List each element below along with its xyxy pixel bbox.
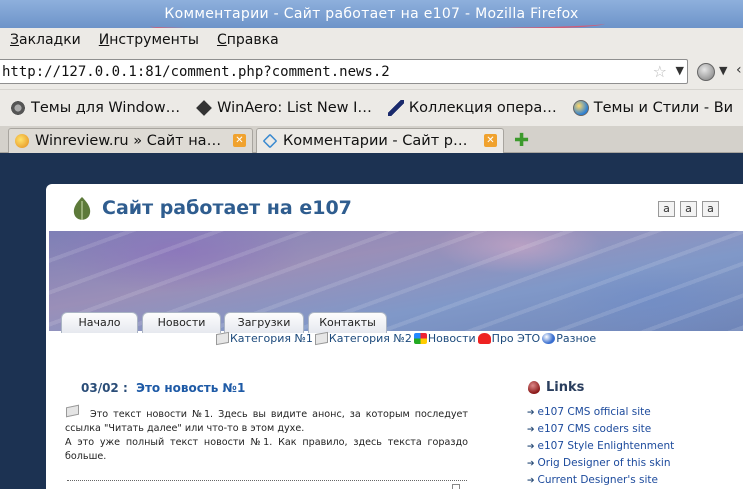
bookmark-item[interactable]: Темы и Стили - Ви xyxy=(572,100,734,116)
links-list: ➔ e107 CMS official site ➔ e107 CMS coders… xyxy=(527,404,674,489)
chevron-down-icon[interactable]: ▼ xyxy=(719,64,727,77)
category-link[interactable]: Про ЭТО xyxy=(477,332,541,345)
globe-icon xyxy=(572,100,589,116)
gear-icon xyxy=(10,100,26,116)
font-size-large-button[interactable]: a xyxy=(702,201,719,217)
links-heading: Links xyxy=(528,380,584,395)
site-title[interactable]: Сайт работает на e107 xyxy=(102,197,352,219)
favicon-icon xyxy=(15,134,29,148)
bookmark-item[interactable]: Коллекция опера… xyxy=(387,100,557,116)
arrow-icon: ➔ xyxy=(527,425,535,435)
font-size-small-button[interactable]: a xyxy=(658,201,675,217)
category-label: Разное xyxy=(556,332,597,345)
link-item[interactable]: ➔ e107 Style Enlightenment xyxy=(527,438,674,455)
bookmark-label: Темы для Window… xyxy=(31,100,181,116)
tab-label: Winreview.ru » Сайт на… xyxy=(35,133,222,149)
font-size-medium-button[interactable]: a xyxy=(680,201,697,217)
links-title: Links xyxy=(546,380,585,395)
news-icon xyxy=(413,333,427,344)
paper-icon xyxy=(216,331,229,346)
overflow-chevron-icon[interactable]: ‹ xyxy=(736,62,742,78)
menu-accel: З xyxy=(10,32,19,48)
close-tab-icon[interactable]: ✕ xyxy=(484,134,497,147)
cube-icon xyxy=(196,100,212,116)
tab-label: Комментарии - Сайт р… xyxy=(283,133,468,149)
window-title: Комментарии - Сайт работает на e107 - Mo… xyxy=(164,6,579,22)
navigation-toolbar: ☆ ▼ ▼ ‹ xyxy=(0,52,743,90)
nav-tab-downloads[interactable]: Загрузки xyxy=(224,312,304,333)
nav-tab-home[interactable]: Начало xyxy=(61,312,138,333)
heart-icon xyxy=(477,333,491,344)
menu-accel: С xyxy=(216,32,227,48)
bookmarks-toolbar: Темы для Window… WinAero: List New I… Ко… xyxy=(0,90,743,126)
link-item[interactable]: ➔ Orig Designer of this skin xyxy=(527,455,674,472)
close-tab-icon[interactable]: ✕ xyxy=(233,134,246,147)
menu-label: нструменты xyxy=(109,32,199,48)
arrow-icon: ➔ xyxy=(527,476,535,486)
bookmark-label: Коллекция опера… xyxy=(408,100,557,116)
menu-label: акладки xyxy=(18,32,81,48)
category-link[interactable]: Новости xyxy=(413,332,476,345)
link-label: Orig Designer of this skin xyxy=(537,457,671,469)
drop-bullet-icon xyxy=(528,381,540,394)
nav-tab-contacts[interactable]: Контакты xyxy=(308,312,387,333)
arrow-icon: ➔ xyxy=(527,408,535,418)
window-titlebar[interactable]: Комментарии - Сайт работает на e107 - Mo… xyxy=(0,0,743,32)
favicon-icon xyxy=(262,133,278,149)
tab-comments[interactable]: Комментарии - Сайт р… ✕ xyxy=(256,128,504,153)
ball-icon xyxy=(542,333,556,344)
search-engine-icon[interactable] xyxy=(697,63,715,81)
category-label: Категория №2 xyxy=(328,332,412,345)
url-input[interactable] xyxy=(0,63,639,80)
arrow-icon: ➔ xyxy=(527,459,535,469)
category-label: Новости xyxy=(427,332,476,345)
link-label: e107 CMS coders site xyxy=(537,423,652,435)
menu-label: правка xyxy=(226,32,279,48)
category-links: Категория №1 Категория №2 Новости Про ЭТ… xyxy=(216,331,596,346)
menu-help[interactable]: Справка xyxy=(217,32,279,48)
category-link[interactable]: Разное xyxy=(542,332,596,345)
arrow-icon: ➔ xyxy=(527,442,535,452)
news-body: Это текст новости №1. Здесь вы видите ан… xyxy=(65,408,468,464)
address-bar[interactable]: ☆ ▼ xyxy=(0,59,688,84)
link-item[interactable]: ➔ Current Designer's site xyxy=(527,472,674,489)
link-label: e107 CMS official site xyxy=(537,406,651,418)
bookmark-item[interactable]: Темы для Window… xyxy=(10,100,180,116)
news-date: 03/02 xyxy=(81,381,119,395)
divider xyxy=(67,480,467,481)
menubar: Закладки Инструменты Справка xyxy=(0,28,743,52)
leaf-logo-icon xyxy=(73,197,91,220)
bookmark-label: WinAero: List New I… xyxy=(217,100,372,116)
pen-icon xyxy=(387,100,404,116)
link-item[interactable]: ➔ e107 CMS coders site xyxy=(527,421,674,438)
paper-icon xyxy=(314,331,328,346)
nav-tab-news[interactable]: Новости xyxy=(142,312,221,333)
link-label: e107 Style Enlightenment xyxy=(537,440,675,452)
news-title-link[interactable]: Это новость №1 xyxy=(136,381,245,395)
news-separator: : xyxy=(122,381,128,395)
web-page: Сайт работает на e107 a a a Начало Новос… xyxy=(46,184,743,489)
tab-strip: Winreview.ru » Сайт на… ✕ Комментарии - … xyxy=(0,126,743,153)
chevron-down-icon[interactable]: ▼ xyxy=(676,64,684,77)
menu-tools[interactable]: Инструменты xyxy=(99,32,199,48)
new-tab-plus-icon[interactable]: ✚ xyxy=(514,130,529,151)
bookmark-item[interactable]: WinAero: List New I… xyxy=(196,100,372,116)
star-bookmark-icon[interactable]: ☆ xyxy=(653,62,667,81)
category-label: Категория №1 xyxy=(230,332,313,345)
category-link[interactable]: Категория №1 xyxy=(216,331,313,346)
link-item[interactable]: ➔ e107 CMS official site xyxy=(527,404,674,421)
category-label: Про ЭТО xyxy=(491,332,541,345)
menu-bookmarks[interactable]: Закладки xyxy=(10,32,81,48)
print-icon[interactable] xyxy=(452,484,460,489)
tab-winreview[interactable]: Winreview.ru » Сайт на… ✕ xyxy=(8,128,253,153)
news-text-1: Это текст новости №1. Здесь вы видите ан… xyxy=(65,409,468,434)
menu-accel: И xyxy=(98,32,110,48)
link-label: Current Designer's site xyxy=(537,474,659,486)
bookmark-label: Темы и Стили - Ви xyxy=(593,100,734,116)
site-header: Сайт работает на e107 a a a xyxy=(46,184,743,231)
category-link[interactable]: Категория №2 xyxy=(314,331,412,346)
news-text-2: А это уже полный текст новости №1. Как п… xyxy=(65,437,468,462)
news-heading: 03/02 : Это новость №1 xyxy=(81,381,245,395)
